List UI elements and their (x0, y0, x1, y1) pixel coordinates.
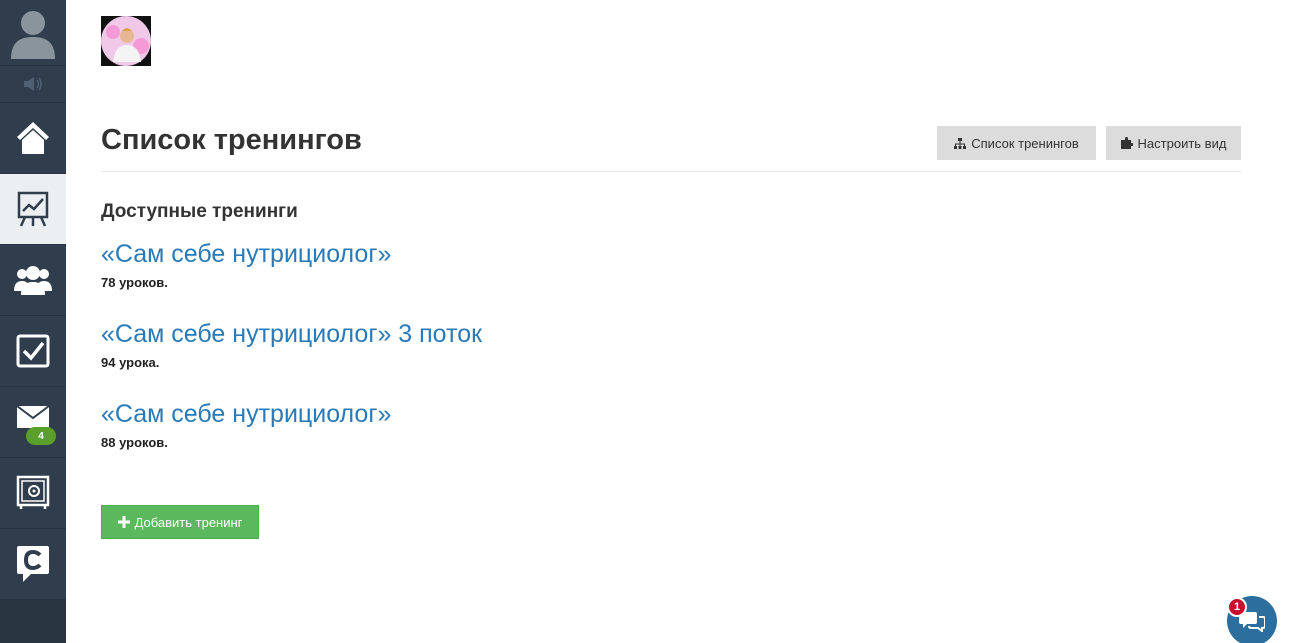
training-link[interactable]: «Сам себе нутрициолог» (101, 400, 391, 429)
training-item: «Сам себе нутрициолог» 78 уроков. (101, 240, 391, 290)
training-link[interactable]: «Сам себе нутрициолог» (101, 240, 391, 269)
training-item: «Сам себе нутрициолог» 3 поток 94 урока. (101, 320, 482, 370)
customize-view-button[interactable]: Настроить вид (1106, 126, 1241, 160)
sidebar-item-mail[interactable]: 4 (0, 387, 66, 458)
sidebar-item-chat[interactable] (0, 529, 66, 600)
user-avatar[interactable] (101, 16, 151, 66)
speaker-icon (24, 77, 42, 91)
training-list-button[interactable]: Список тренингов (937, 126, 1096, 160)
safe-icon (16, 475, 50, 509)
user-avatar-icon (11, 10, 55, 59)
sidebar-item-tasks[interactable] (0, 316, 66, 387)
training-list-button-label: Список тренингов (971, 135, 1079, 151)
add-training-button-label: Добавить тренинг (134, 514, 243, 530)
lesson-count: 78 уроков. (101, 275, 168, 290)
sidebar-item-users[interactable] (0, 245, 66, 316)
lesson-count: 88 уроков. (101, 435, 168, 450)
mail-icon (16, 405, 50, 428)
sidebar-item-home[interactable] (0, 103, 66, 174)
user-photo-icon (101, 16, 151, 66)
add-training-button[interactable]: Добавить тренинг (101, 505, 259, 539)
users-icon (14, 266, 52, 295)
header-divider (101, 171, 1241, 172)
plus-icon (117, 516, 130, 528)
sidebar-profile[interactable] (0, 0, 66, 66)
training-chart-icon (17, 191, 49, 227)
chat-notification-badge: 1 (1227, 597, 1247, 617)
mail-unread-badge: 4 (26, 427, 56, 445)
sidebar-sound[interactable] (0, 66, 66, 103)
sidebar: 4 (0, 0, 66, 643)
home-icon (17, 122, 49, 154)
chat-logo-icon (17, 546, 49, 582)
sitemap-icon (954, 137, 967, 149)
lesson-count: 94 урока. (101, 355, 160, 370)
sidebar-item-safe[interactable] (0, 458, 66, 529)
training-item: «Сам себе нутрициолог» 88 уроков. (101, 400, 391, 450)
sidebar-item-trainings[interactable] (0, 174, 66, 245)
customize-view-button-label: Настроить вид (1137, 135, 1227, 151)
section-title: Доступные тренинги (101, 201, 298, 222)
page-title: Список тренингов (101, 124, 362, 156)
training-link[interactable]: «Сам себе нутрициолог» 3 поток (101, 320, 482, 349)
sidebar-bottom (0, 600, 66, 643)
puzzle-icon (1120, 137, 1133, 149)
tasks-checkbox-icon (16, 334, 50, 368)
